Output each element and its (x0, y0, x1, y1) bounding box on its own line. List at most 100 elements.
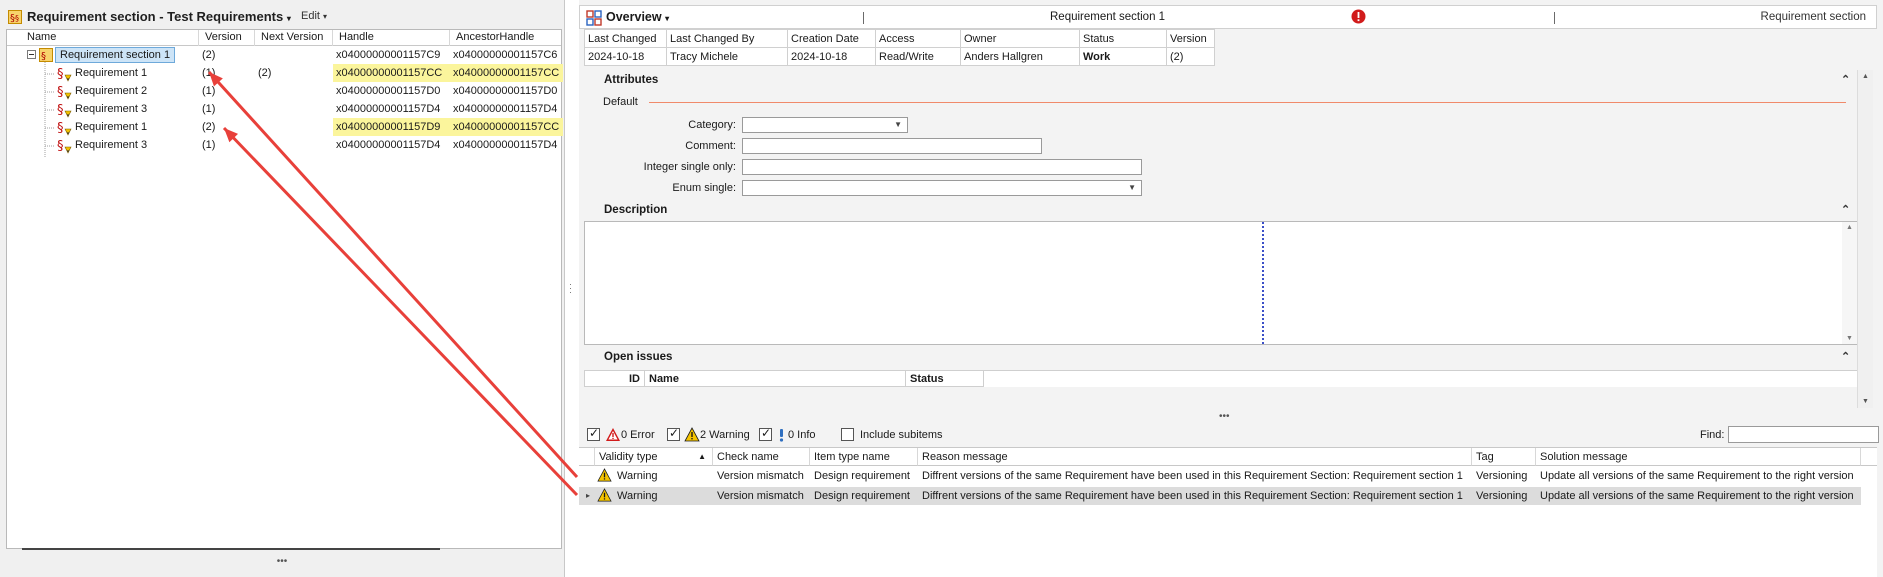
col-validity-type-label: Validity type (599, 451, 658, 463)
scroll-down-icon[interactable]: ▼ (1846, 335, 1853, 342)
view-selector[interactable]: Overview ▾ (606, 10, 669, 24)
scroll-up-icon[interactable]: ▲ (1862, 73, 1869, 80)
grid-row-indicator-header (579, 448, 595, 466)
tree-node-label[interactable]: Requirement 3 (75, 100, 147, 118)
tree-row-root[interactable]: § Requirement section 1 (2) x04000000001… (7, 46, 561, 64)
scroll-up-icon[interactable]: ▲ (1846, 224, 1853, 231)
solution-message: Update all versions of the same Requirem… (1540, 470, 1854, 482)
tree-handle: x04000000001157CC (333, 64, 450, 82)
collapse-icon[interactable]: ⌃ (1841, 73, 1850, 86)
col-item-type-name[interactable]: Item type name (810, 448, 918, 466)
resize-grip[interactable]: ••• (1219, 411, 1230, 422)
tree-ancestor-handle: x04000000001157CC (450, 118, 563, 136)
chevron-down-icon: ▼ (894, 120, 902, 129)
tree-ancestor-handle: x04000000001157C6 (453, 49, 558, 61)
chevron-down-icon: ▾ (323, 12, 328, 21)
metadata-table: Last Changed Last Changed By Creation Da… (584, 29, 1215, 66)
description-editor[interactable]: ▲ ▼ (584, 221, 1859, 345)
scroll-down-icon[interactable]: ▼ (1862, 398, 1869, 405)
error-filter-checkbox[interactable]: ✓ (587, 426, 600, 441)
resize-grip[interactable]: ••• (272, 556, 292, 567)
requirement-tree-grid[interactable]: Name Version Next Version Handle Ancesto… (6, 29, 563, 549)
warning-filter-checkbox[interactable]: ✓ (667, 426, 680, 441)
error-icon (605, 427, 621, 442)
col-version[interactable]: Version (199, 30, 255, 46)
col-name[interactable]: Name (21, 30, 199, 46)
open-issues-table: ID Name Status (584, 370, 1859, 387)
tree-row[interactable]: § Requirement 1 (2) x04000000001157D9 x04000… (7, 118, 563, 136)
tree-handle: x04000000001157C9 (336, 49, 441, 61)
tree-next-version: (2) (258, 67, 272, 79)
col-ancestor-handle[interactable]: AncestorHandle (450, 30, 563, 46)
view-selector-label: Overview (606, 10, 662, 24)
svg-text:§: § (57, 67, 64, 82)
object-type: Requirement section (1760, 11, 1866, 23)
overview-grid-icon (586, 10, 602, 26)
details-header: Overview ▾ Requirement section 1 Require… (579, 5, 1877, 29)
chevron-down-icon: ▾ (286, 14, 291, 23)
validation-grid[interactable]: Validity type ▲ Check name Item type name… (579, 447, 1877, 577)
collapse-icon[interactable]: ⌃ (1841, 203, 1850, 216)
left-toolbar: § § Requirement section - Test Requiremen… (0, 4, 565, 30)
tree-node-label[interactable]: Requirement 2 (75, 82, 147, 100)
tree-row[interactable]: § Requirement 1 (1) (2) x04000000001157CC x04… (7, 64, 563, 82)
page-margin-guide (1262, 222, 1264, 344)
meta-creation-date: 2024-10-18 (787, 47, 876, 66)
meta-header: Version (1166, 29, 1215, 48)
pane-splitter[interactable]: · · · (569, 280, 575, 297)
tree-node-label[interactable]: Requirement 3 (75, 136, 147, 154)
col-next-version[interactable]: Next Version (255, 30, 333, 46)
error-icon[interactable] (1351, 9, 1366, 24)
details-scrollbar[interactable]: ▲ ▼ (1857, 70, 1873, 408)
info-count-label: 0 Info (788, 429, 816, 441)
tree-row[interactable]: § Requirement 3 (1) x04000000001157D4 x04000… (7, 100, 561, 118)
horizontal-scrollbar[interactable] (22, 548, 440, 550)
integer-single-field[interactable] (742, 159, 1142, 175)
issues-col-name[interactable]: Name (644, 370, 906, 387)
comment-field[interactable] (742, 138, 1042, 154)
tree-node-label[interactable]: Requirement 1 (75, 64, 147, 82)
header-divider (1554, 12, 1555, 24)
warning-icon (595, 488, 612, 506)
svg-text:§: § (57, 121, 64, 136)
issues-col-id[interactable]: ID (584, 370, 645, 387)
col-tag[interactable]: Tag (1472, 448, 1536, 466)
meta-owner: Anders Hallgren (960, 47, 1080, 66)
validation-row[interactable]: ▸ Warning Version mismatch Design requireme… (579, 487, 1861, 505)
col-solution-message[interactable]: Solution message (1536, 448, 1861, 466)
find-label: Find: (1700, 429, 1725, 441)
solution-message: Update all versions of the same Requirem… (1540, 490, 1854, 502)
section-title-menu[interactable]: Requirement section - Test Requirements … (27, 9, 291, 24)
svg-text:§: § (15, 14, 19, 23)
tree-row[interactable]: § Requirement 2 (1) x04000000001157D0 x04000… (7, 82, 561, 100)
col-handle[interactable]: Handle (333, 30, 450, 46)
issues-col-status[interactable]: Status (905, 370, 984, 387)
section-title-label: Requirement section - Test Requirements (27, 9, 284, 24)
find-input[interactable] (1728, 426, 1879, 443)
edit-menu[interactable]: Edit ▾ (301, 10, 327, 22)
tree-handle: x04000000001157D4 (336, 103, 441, 115)
category-dropdown[interactable]: ▼ (742, 117, 908, 133)
tree-node-label[interactable]: Requirement 1 (75, 118, 147, 136)
tree-version: (1) (202, 139, 216, 151)
left-pane: § § Requirement section - Test Requiremen… (0, 0, 565, 577)
tag: Versioning (1476, 490, 1528, 502)
warning-count-label: 2 Warning (700, 429, 750, 441)
chevron-down-icon: ▾ (665, 14, 670, 23)
tree-version: (1) (202, 103, 216, 115)
col-validity-type[interactable]: Validity type ▲ (595, 448, 713, 466)
description-scrollbar[interactable]: ▲ ▼ (1842, 222, 1858, 344)
validity-type: Warning (617, 490, 658, 502)
info-filter-checkbox[interactable]: ✓ (759, 426, 772, 441)
collapse-icon[interactable]: ⌃ (1841, 350, 1850, 363)
enum-single-dropdown[interactable]: ▼ (742, 180, 1142, 196)
col-reason-message[interactable]: Reason message (918, 448, 1472, 466)
tree-row[interactable]: § Requirement 3 (1) x04000000001157D4 x04000… (7, 136, 561, 154)
tree-node-label[interactable]: Requirement section 1 (55, 47, 176, 63)
group-divider (649, 102, 1846, 103)
include-subitems-checkbox[interactable] (841, 428, 854, 441)
validation-row[interactable]: Warning Version mismatch Design requiremen… (579, 467, 1861, 485)
col-check-name[interactable]: Check name (713, 448, 810, 466)
svg-text:§: § (57, 139, 64, 154)
chevron-down-icon: ▼ (1128, 183, 1136, 192)
